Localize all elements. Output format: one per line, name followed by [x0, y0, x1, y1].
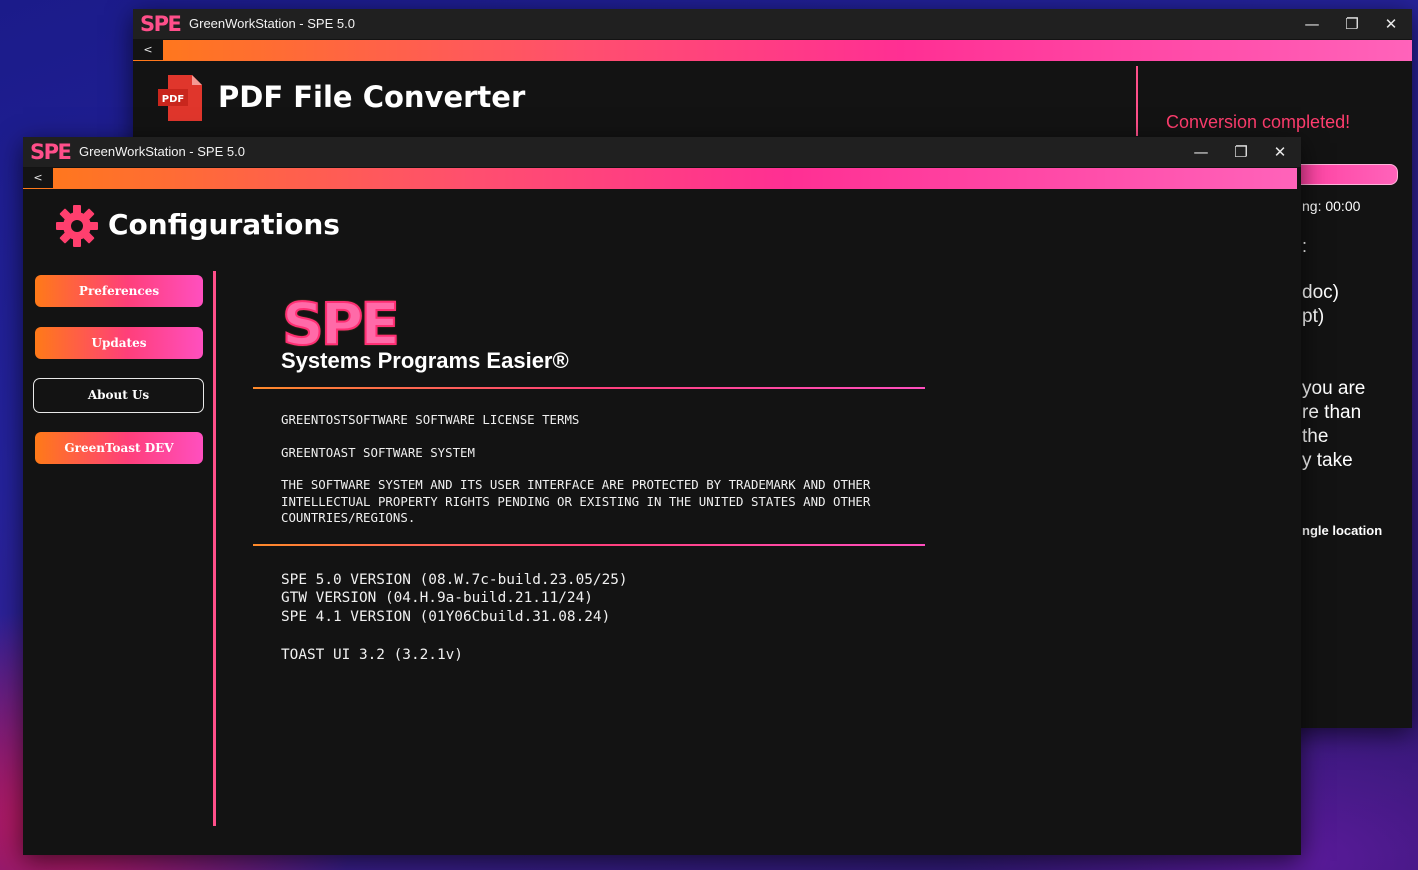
preferences-button[interactable]: Preferences: [35, 275, 203, 307]
spe-large-logo: SPE: [281, 290, 401, 358]
close-button[interactable]: ✕: [1261, 137, 1299, 167]
tagline: Systems Programs Easier®: [281, 348, 569, 373]
divider-top: [253, 387, 925, 389]
svg-text:PDF: PDF: [162, 94, 184, 105]
version-spe-41: SPE 4.1 VERSION (01Y06Cbuild.31.08.24): [281, 609, 611, 625]
restore-button[interactable]: ❐: [1333, 9, 1371, 39]
progress-bar: [1290, 164, 1398, 185]
about-us-button[interactable]: About Us: [33, 378, 204, 413]
info-text-3: the: [1302, 426, 1329, 447]
info-text-4: y take: [1302, 450, 1353, 471]
license-line-1: THE SOFTWARE SYSTEM AND ITS USER INTERFA…: [281, 477, 871, 492]
close-button[interactable]: ✕: [1372, 9, 1410, 39]
minimize-button[interactable]: —: [1293, 9, 1331, 39]
spe-logo: SPE: [140, 12, 182, 36]
location-option-text: ngle location: [1302, 523, 1383, 538]
panel-divider: [1136, 66, 1138, 136]
window-title: GreenWorkStation - SPE 5.0: [79, 144, 245, 159]
back-button[interactable]: <: [133, 40, 163, 60]
minimize-button[interactable]: —: [1182, 137, 1220, 167]
info-text-2: re than: [1302, 402, 1362, 423]
page-title: Configurations: [108, 208, 340, 241]
restore-button[interactable]: ❐: [1222, 137, 1260, 167]
title-bar[interactable]: SPE GreenWorkStation - SPE 5.0 — ❐ ✕: [133, 9, 1412, 39]
version-gtw: GTW VERSION (04.H.9a-build.21.11/24): [281, 590, 593, 606]
gear-icon: [56, 205, 98, 247]
spe-logo: SPE: [30, 140, 72, 164]
license-heading: GREENTOSTSOFTWARE SOFTWARE LICENSE TERMS: [281, 412, 580, 427]
format-text-1: doc): [1302, 282, 1339, 303]
window-title: GreenWorkStation - SPE 5.0: [189, 16, 355, 31]
license-line-3: COUNTRIES/REGIONS.: [281, 510, 416, 525]
divider-bottom: [253, 544, 925, 546]
updates-button[interactable]: Updates: [35, 327, 203, 359]
sidebar-divider: [213, 271, 216, 826]
greentoast-dev-button[interactable]: GreenToast DEV: [35, 432, 203, 464]
info-colon: :: [1302, 236, 1308, 256]
header-gradient-bar: [23, 168, 1297, 189]
format-text-2: pt): [1302, 306, 1325, 327]
time-remaining-text: ng: 00:00: [1302, 198, 1361, 214]
header-gradient-bar: [133, 40, 1412, 61]
pdf-file-icon: PDF: [158, 75, 202, 121]
version-spe-50: SPE 5.0 VERSION (08.W.7c-build.23.05/25): [281, 572, 628, 588]
system-name: GREENTOAST SOFTWARE SYSTEM: [281, 445, 475, 460]
conversion-status: Conversion completed!: [1166, 112, 1351, 132]
license-line-2: INTELLECTUAL PROPERTY RIGHTS PENDING OR …: [281, 494, 871, 509]
info-text-1: you are: [1302, 378, 1366, 399]
back-button[interactable]: <: [23, 168, 53, 188]
title-bar[interactable]: SPE GreenWorkStation - SPE 5.0 — ❐ ✕: [23, 137, 1301, 167]
page-title: PDF File Converter: [218, 80, 526, 114]
version-toast-ui: TOAST UI 3.2 (3.2.1v): [281, 647, 463, 663]
